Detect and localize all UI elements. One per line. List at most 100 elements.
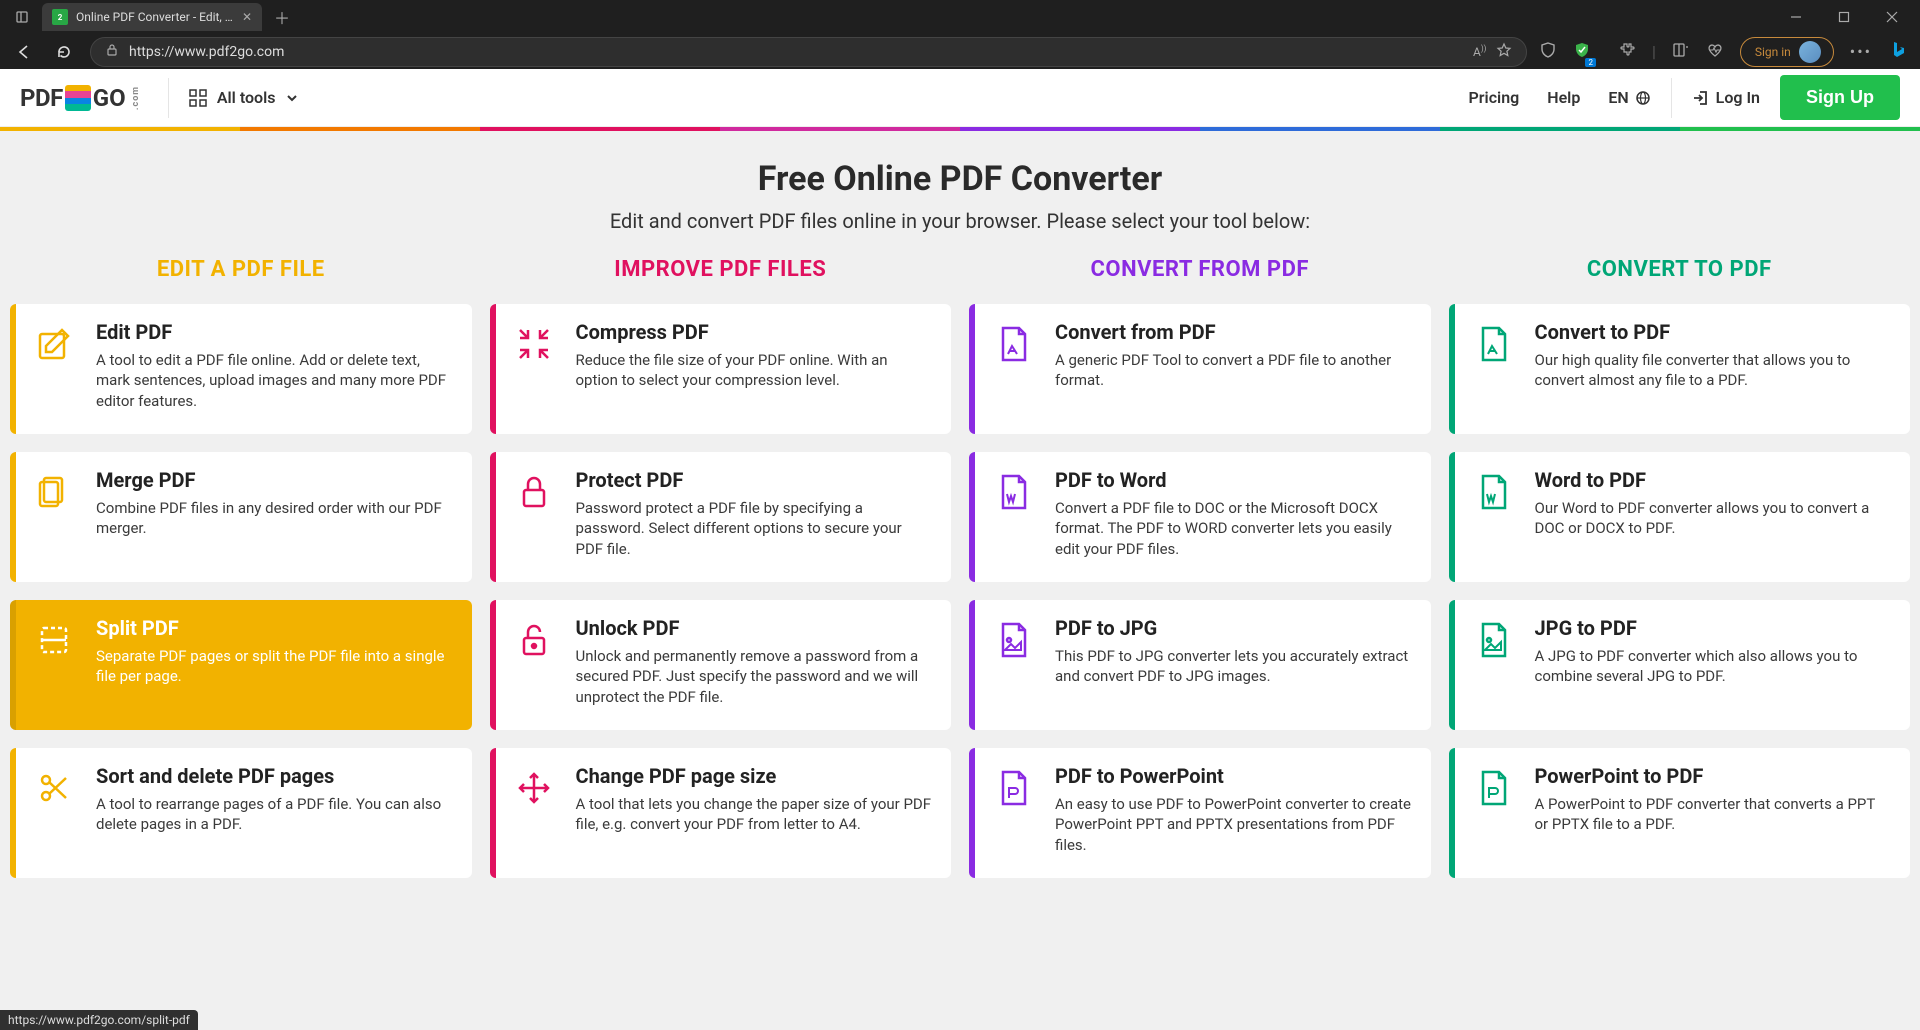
refresh-icon[interactable] bbox=[50, 38, 78, 66]
card-title: Convert to PDF bbox=[1535, 320, 1893, 344]
card-ppt-to-pdf[interactable]: PowerPoint to PDFA PowerPoint to PDF con… bbox=[1449, 748, 1911, 878]
shield-icon[interactable] bbox=[1539, 41, 1557, 63]
split-icon bbox=[34, 616, 78, 712]
adblock-icon[interactable]: 2 bbox=[1573, 41, 1602, 63]
card-compress-pdf[interactable]: Compress PDFReduce the file size of your… bbox=[490, 304, 952, 434]
page-subtitle: Edit and convert PDF files online in you… bbox=[20, 209, 1900, 233]
card-pdf-to-word[interactable]: PDF to WordConvert a PDF file to DOC or … bbox=[969, 452, 1431, 582]
ppt-file-icon bbox=[993, 764, 1037, 860]
tab-actions-icon[interactable] bbox=[8, 3, 36, 31]
pdf-file-icon bbox=[1473, 320, 1517, 416]
help-link[interactable]: Help bbox=[1547, 88, 1580, 107]
card-desc: A tool that lets you change the paper si… bbox=[576, 794, 934, 835]
card-edit-pdf[interactable]: Edit PDFA tool to edit a PDF file online… bbox=[10, 304, 472, 434]
card-desc: Separate PDF pages or split the PDF file… bbox=[96, 646, 454, 687]
extension-icon[interactable] bbox=[1618, 41, 1636, 63]
grid-icon bbox=[189, 89, 207, 107]
all-tools-dropdown[interactable]: All tools bbox=[189, 88, 300, 107]
toolbar-icons: 2 | Sign in ••• bbox=[1539, 37, 1910, 67]
image-file-icon bbox=[1473, 616, 1517, 712]
collections-icon[interactable] bbox=[1672, 41, 1690, 63]
logo-icon bbox=[65, 85, 91, 111]
card-desc: Unlock and permanently remove a password… bbox=[576, 646, 934, 707]
compress-icon bbox=[514, 320, 558, 416]
card-desc: A generic PDF Tool to convert a PDF file… bbox=[1055, 350, 1413, 391]
avatar-icon bbox=[1799, 41, 1821, 63]
card-title: Merge PDF bbox=[96, 468, 454, 492]
card-split-pdf[interactable]: Split PDF Separate PDF pages or split the… bbox=[10, 600, 472, 730]
card-pdf-to-ppt[interactable]: PDF to PowerPointAn easy to use PDF to P… bbox=[969, 748, 1431, 878]
card-title: Convert from PDF bbox=[1055, 320, 1413, 344]
card-desc: This PDF to JPG converter lets you accur… bbox=[1055, 646, 1413, 687]
page-title: Free Online PDF Converter bbox=[20, 159, 1900, 199]
login-icon bbox=[1692, 89, 1710, 107]
maximize-icon[interactable] bbox=[1824, 3, 1864, 31]
unlock-icon bbox=[514, 616, 558, 712]
edit-icon bbox=[34, 320, 78, 416]
card-title: PDF to Word bbox=[1055, 468, 1413, 492]
tools-grid: EDIT A PDF FILE IMPROVE PDF FILES CONVER… bbox=[0, 257, 1920, 898]
card-desc: A JPG to PDF converter which also allows… bbox=[1535, 646, 1893, 687]
new-tab-button[interactable]: ＋ bbox=[268, 3, 296, 31]
close-tab-icon[interactable]: ✕ bbox=[242, 10, 252, 24]
divider bbox=[168, 78, 169, 118]
close-window-icon[interactable] bbox=[1872, 3, 1912, 31]
card-merge-pdf[interactable]: Merge PDF Combine PDF files in any desire… bbox=[10, 452, 472, 582]
logo-post: GO bbox=[93, 84, 126, 112]
col-header-improve: IMPROVE PDF FILES bbox=[490, 257, 952, 282]
card-pdf-to-jpg[interactable]: PDF to JPG This PDF to JPG converter lets… bbox=[969, 600, 1431, 730]
word-file-icon bbox=[993, 468, 1037, 564]
favicon-icon: 2 bbox=[52, 9, 68, 25]
bing-icon[interactable] bbox=[1888, 39, 1910, 65]
card-sort-pdf[interactable]: Sort and delete PDF pages A tool to rearr… bbox=[10, 748, 472, 878]
card-desc: Our high quality file converter that all… bbox=[1535, 350, 1893, 391]
word-file-icon bbox=[1473, 468, 1517, 564]
card-title: Compress PDF bbox=[576, 320, 934, 344]
card-title: Protect PDF bbox=[576, 468, 934, 492]
logo-pre: PDF bbox=[20, 84, 63, 112]
heart-icon[interactable] bbox=[1706, 41, 1724, 63]
card-protect-pdf[interactable]: Protect PDFPassword protect a PDF file b… bbox=[490, 452, 952, 582]
card-title: Word to PDF bbox=[1535, 468, 1893, 492]
url-text: https://www.pdf2go.com bbox=[129, 44, 1463, 60]
address-bar: https://www.pdf2go.com A)) 2 | Sign in •… bbox=[0, 34, 1920, 69]
chevron-down-icon bbox=[285, 91, 299, 105]
card-desc: An easy to use PDF to PowerPoint convert… bbox=[1055, 794, 1413, 855]
card-jpg-to-pdf[interactable]: JPG to PDFA JPG to PDF converter which a… bbox=[1449, 600, 1911, 730]
card-title: PDF to JPG bbox=[1055, 616, 1413, 640]
back-icon[interactable] bbox=[10, 38, 38, 66]
login-link[interactable]: Log In bbox=[1692, 88, 1760, 107]
pricing-link[interactable]: Pricing bbox=[1469, 88, 1520, 107]
card-convert-from-pdf[interactable]: Convert from PDF A generic PDF Tool to co… bbox=[969, 304, 1431, 434]
signin-button[interactable]: Sign in bbox=[1740, 37, 1834, 67]
url-field[interactable]: https://www.pdf2go.com A)) bbox=[90, 37, 1527, 67]
card-change-size[interactable]: Change PDF page sizeA tool that lets you… bbox=[490, 748, 952, 878]
card-title: PowerPoint to PDF bbox=[1535, 764, 1893, 788]
favorite-icon[interactable] bbox=[1496, 42, 1512, 62]
hero: Free Online PDF Converter Edit and conve… bbox=[0, 131, 1920, 257]
card-convert-to-pdf[interactable]: Convert to PDF Our high quality file conv… bbox=[1449, 304, 1911, 434]
card-unlock-pdf[interactable]: Unlock PDF Unlock and permanently remove … bbox=[490, 600, 952, 730]
browser-tab[interactable]: 2 Online PDF Converter - Edit, rota ✕ bbox=[42, 3, 262, 31]
scissors-icon bbox=[34, 764, 78, 860]
page-content: PDF GO .com All tools Pricing Help EN Lo… bbox=[0, 69, 1920, 1030]
site-logo[interactable]: PDF GO .com bbox=[20, 84, 148, 112]
logo-suffix: .com bbox=[131, 85, 141, 109]
svg-text:2: 2 bbox=[58, 13, 63, 22]
card-desc: A tool to edit a PDF file online. Add or… bbox=[96, 350, 454, 411]
card-title: Sort and delete PDF pages bbox=[96, 764, 454, 788]
card-title: Unlock PDF bbox=[576, 616, 934, 640]
browser-chrome: 2 Online PDF Converter - Edit, rota ✕ ＋ … bbox=[0, 0, 1920, 69]
all-tools-label: All tools bbox=[217, 88, 276, 107]
card-word-to-pdf[interactable]: Word to PDF Our Word to PDF converter all… bbox=[1449, 452, 1911, 582]
read-aloud-icon[interactable]: A)) bbox=[1473, 44, 1486, 59]
card-title: Split PDF bbox=[96, 616, 454, 640]
signup-button[interactable]: Sign Up bbox=[1780, 75, 1900, 120]
minimize-icon[interactable] bbox=[1776, 3, 1816, 31]
language-selector[interactable]: EN bbox=[1608, 88, 1650, 107]
card-desc: A tool to rearrange pages of a PDF file.… bbox=[96, 794, 454, 835]
more-icon[interactable]: ••• bbox=[1850, 42, 1872, 61]
card-desc: Combine PDF files in any desired order w… bbox=[96, 498, 454, 539]
card-desc: Our Word to PDF converter allows you to … bbox=[1535, 498, 1893, 539]
pdf-file-icon bbox=[993, 320, 1037, 416]
